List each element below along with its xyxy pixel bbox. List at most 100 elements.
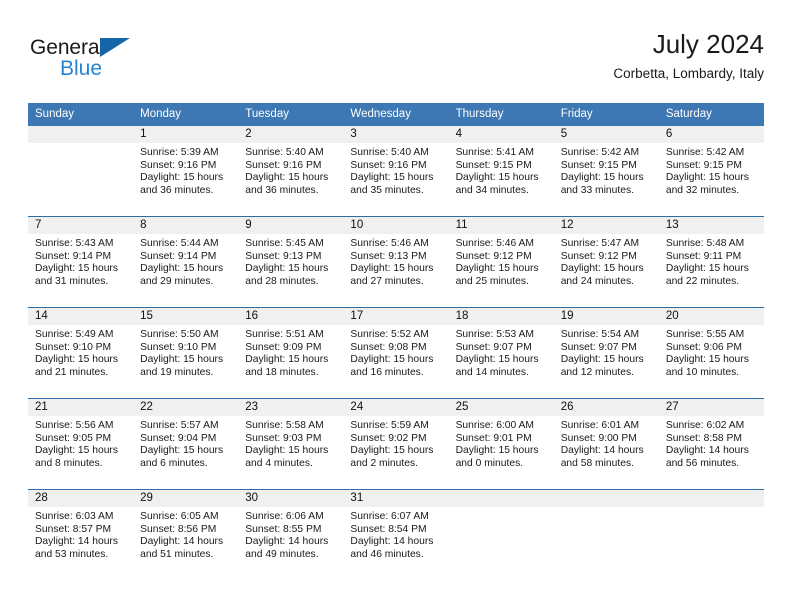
calendar-week-row: 1 Sunrise: 5:39 AM Sunset: 9:16 PM Daylight… — [28, 126, 764, 216]
calendar-weeks: 1 Sunrise: 5:39 AM Sunset: 9:16 PM Daylight… — [28, 126, 764, 580]
calendar-day-cell[interactable]: 21 Sunrise: 5:56 AM Sunset: 9:05 PM Dayligh… — [28, 399, 134, 489]
daylight-text: Daylight: 15 hours — [350, 263, 434, 275]
daylight-text: Daylight: 15 hours — [455, 263, 539, 275]
calendar-day-cell[interactable]: 6 Sunrise: 5:42 AM Sunset: 9:15 PM Daylight… — [658, 126, 764, 216]
daylight-text: Daylight: 15 hours — [35, 263, 118, 275]
day-sun-info: Sunrise: 5:51 AM Sunset: 9:09 PM Daylight:… — [238, 325, 343, 379]
sunset-text: Sunset: 9:10 PM — [35, 341, 112, 353]
sunrise-text: Sunrise: 6:05 AM — [140, 511, 219, 522]
daylight-text: and 12 minutes. — [560, 366, 634, 378]
calendar-day-cell[interactable]: 23 Sunrise: 5:58 AM Sunset: 9:03 PM Dayligh… — [238, 399, 344, 489]
sunrise-text: Sunrise: 5:42 AM — [560, 147, 640, 158]
calendar-day-cell[interactable]: 22 Sunrise: 5:57 AM Sunset: 9:04 PM Dayligh… — [133, 399, 239, 489]
calendar-day-cell[interactable]: 16 Sunrise: 5:51 AM Sunset: 9:09 PM Dayligh… — [238, 308, 344, 398]
sunrise-text: Sunrise: 5:46 AM — [350, 238, 429, 249]
calendar-day-cell[interactable]: 9 Sunrise: 5:45 AM Sunset: 9:13 PM Daylight… — [238, 217, 344, 307]
calendar-day-cell[interactable]: 4 Sunrise: 5:41 AM Sunset: 9:15 PM Daylight… — [448, 126, 554, 216]
calendar-week-row: 7 Sunrise: 5:43 AM Sunset: 9:14 PM Daylight… — [28, 216, 764, 307]
calendar-day-cell[interactable]: 13 Sunrise: 5:48 AM Sunset: 9:11 PM Dayligh… — [658, 217, 764, 307]
calendar-day-cell[interactable]: 12 Sunrise: 5:47 AM Sunset: 9:12 PM Dayligh… — [553, 217, 659, 307]
sunset-text: Sunset: 9:12 PM — [455, 250, 532, 262]
day-sun-info: Sunrise: 5:43 AM Sunset: 9:14 PM Daylight:… — [28, 234, 133, 288]
day-number: 9 — [238, 217, 344, 234]
sunset-text: Sunset: 9:13 PM — [350, 250, 427, 262]
day-sun-info: Sunrise: 5:42 AM Sunset: 9:15 PM Daylight:… — [554, 143, 659, 197]
day-number: 8 — [133, 217, 239, 234]
sunset-text: Sunset: 9:16 PM — [140, 159, 217, 171]
sunrise-text: Sunrise: 5:57 AM — [140, 420, 219, 431]
calendar-day-cell[interactable]: 8 Sunrise: 5:44 AM Sunset: 9:14 PM Daylight… — [133, 217, 239, 307]
sunset-text: Sunset: 9:08 PM — [350, 341, 427, 353]
calendar-day-cell[interactable]: 14 Sunrise: 5:49 AM Sunset: 9:10 PM Dayligh… — [28, 308, 134, 398]
daylight-text: and 4 minutes. — [245, 457, 313, 469]
calendar-day-cell[interactable]: 10 Sunrise: 5:46 AM Sunset: 9:13 PM Dayligh… — [343, 217, 449, 307]
day-number — [553, 490, 659, 507]
daylight-text: Daylight: 14 hours — [35, 536, 118, 548]
page-header: General Blue July 2024 Corbetta, Lombard… — [28, 28, 764, 96]
daylight-text: and 22 minutes. — [665, 275, 740, 287]
daylight-text: Daylight: 15 hours — [140, 263, 224, 275]
sunrise-text: Sunrise: 5:40 AM — [245, 147, 324, 158]
day-sun-info: Sunrise: 5:44 AM Sunset: 9:14 PM Daylight:… — [133, 234, 238, 288]
day-number: 12 — [553, 217, 659, 234]
calendar-day-cell[interactable]: 27 Sunrise: 6:02 AM Sunset: 8:58 PM Dayligh… — [658, 399, 764, 489]
sunrise-text: Sunrise: 5:44 AM — [140, 238, 219, 249]
sunrise-text: Sunrise: 6:00 AM — [455, 420, 534, 431]
calendar-day-cell[interactable]: 29 Sunrise: 6:05 AM Sunset: 8:56 PM Dayligh… — [133, 490, 239, 580]
day-number: 15 — [133, 308, 239, 325]
calendar-day-cell[interactable]: 15 Sunrise: 5:50 AM Sunset: 9:10 PM Dayligh… — [133, 308, 239, 398]
day-number: 26 — [553, 399, 659, 416]
weekday-header-friday: Friday — [560, 108, 593, 120]
calendar-day-cell[interactable]: 2 Sunrise: 5:40 AM Sunset: 9:16 PM Daylight… — [238, 126, 344, 216]
calendar-day-cell[interactable]: 11 Sunrise: 5:46 AM Sunset: 9:12 PM Dayligh… — [448, 217, 554, 307]
sunrise-text: Sunrise: 5:54 AM — [560, 329, 640, 340]
daylight-text: Daylight: 15 hours — [245, 445, 329, 457]
sunset-text: Sunset: 9:14 PM — [140, 250, 217, 262]
daylight-text: and 6 minutes. — [140, 457, 208, 469]
daylight-text: and 33 minutes. — [560, 184, 634, 196]
day-number: 7 — [28, 217, 134, 234]
calendar-day-cell[interactable]: 3 Sunrise: 5:40 AM Sunset: 9:16 PM Daylight… — [343, 126, 449, 216]
day-sun-info: Sunrise: 5:46 AM Sunset: 9:13 PM Daylight:… — [343, 234, 448, 288]
sunset-text: Sunset: 8:55 PM — [245, 523, 322, 535]
calendar-day-cell[interactable]: 26 Sunrise: 6:01 AM Sunset: 9:00 PM Dayligh… — [553, 399, 659, 489]
day-sun-info: Sunrise: 6:00 AM Sunset: 9:01 PM Daylight:… — [449, 416, 554, 470]
daylight-text: and 53 minutes. — [35, 548, 109, 560]
daylight-text: Daylight: 15 hours — [455, 445, 539, 457]
day-sun-info: Sunrise: 5:45 AM Sunset: 9:13 PM Daylight:… — [238, 234, 343, 288]
daylight-text: Daylight: 15 hours — [455, 172, 539, 184]
daylight-text: Daylight: 15 hours — [35, 354, 118, 366]
sunset-text: Sunset: 9:00 PM — [560, 432, 637, 444]
calendar-day-cell[interactable]: 7 Sunrise: 5:43 AM Sunset: 9:14 PM Daylight… — [28, 217, 134, 307]
day-sun-info: Sunrise: 6:06 AM Sunset: 8:55 PM Daylight:… — [238, 507, 343, 561]
calendar-day-cell[interactable]: 1 Sunrise: 5:39 AM Sunset: 9:16 PM Daylight… — [133, 126, 239, 216]
daylight-text: and 51 minutes. — [140, 548, 214, 560]
day-number: 31 — [343, 490, 449, 507]
calendar-day-cell[interactable]: 28 Sunrise: 6:03 AM Sunset: 8:57 PM Dayligh… — [28, 490, 134, 580]
daylight-text: Daylight: 15 hours — [350, 354, 434, 366]
daylight-text: and 19 minutes. — [140, 366, 214, 378]
daylight-text: Daylight: 14 hours — [140, 536, 224, 548]
calendar-day-cell[interactable]: 20 Sunrise: 5:55 AM Sunset: 9:06 PM Dayligh… — [658, 308, 764, 398]
calendar-day-cell[interactable]: 24 Sunrise: 5:59 AM Sunset: 9:02 PM Dayligh… — [343, 399, 449, 489]
daylight-text: Daylight: 14 hours — [245, 536, 329, 548]
calendar-day-cell[interactable]: 17 Sunrise: 5:52 AM Sunset: 9:08 PM Dayligh… — [343, 308, 449, 398]
calendar-day-cell[interactable]: 18 Sunrise: 5:53 AM Sunset: 9:07 PM Dayligh… — [448, 308, 554, 398]
daylight-text: and 27 minutes. — [350, 275, 424, 287]
sunset-text: Sunset: 9:13 PM — [245, 250, 322, 262]
logo-triangle-icon — [100, 38, 130, 57]
calendar-day-cell[interactable]: 5 Sunrise: 5:42 AM Sunset: 9:15 PM Daylight… — [553, 126, 659, 216]
day-number: 11 — [448, 217, 554, 234]
calendar-day-cell[interactable]: 19 Sunrise: 5:54 AM Sunset: 9:07 PM Dayligh… — [553, 308, 659, 398]
sunrise-text: Sunrise: 5:56 AM — [35, 420, 114, 431]
day-sun-info: Sunrise: 5:41 AM Sunset: 9:15 PM Daylight:… — [449, 143, 554, 197]
calendar-day-cell[interactable]: 31 Sunrise: 6:07 AM Sunset: 8:54 PM Dayligh… — [343, 490, 449, 580]
day-sun-info: Sunrise: 5:57 AM Sunset: 9:04 PM Daylight:… — [133, 416, 238, 470]
day-number: 28 — [28, 490, 134, 507]
day-number: 3 — [343, 126, 449, 143]
daylight-text: Daylight: 15 hours — [455, 354, 539, 366]
calendar-day-cell[interactable]: 25 Sunrise: 6:00 AM Sunset: 9:01 PM Dayligh… — [448, 399, 554, 489]
daylight-text: and 16 minutes. — [350, 366, 424, 378]
sunset-text: Sunset: 8:56 PM — [140, 523, 217, 535]
calendar-day-cell[interactable]: 30 Sunrise: 6:06 AM Sunset: 8:55 PM Dayligh… — [238, 490, 344, 580]
